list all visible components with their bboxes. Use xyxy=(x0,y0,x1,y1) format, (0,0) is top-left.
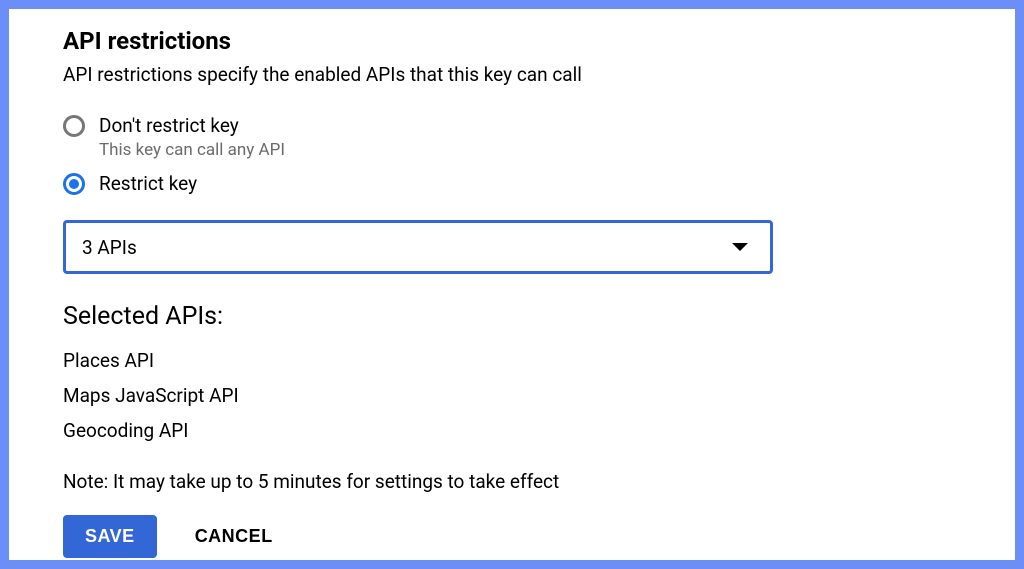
api-count-dropdown[interactable]: 3 APIs xyxy=(63,220,773,274)
radio-label: Restrict key xyxy=(99,172,197,196)
button-row: SAVE CANCEL xyxy=(63,515,1015,558)
settings-delay-note: Note: It may take up to 5 minutes for se… xyxy=(63,470,1015,493)
section-title: API restrictions xyxy=(63,27,1015,55)
list-item: Geocoding API xyxy=(63,419,1015,442)
radio-circle-icon xyxy=(63,115,85,137)
list-item: Maps JavaScript API xyxy=(63,384,1015,407)
radio-label: Don't restrict key xyxy=(99,114,285,138)
save-button[interactable]: SAVE xyxy=(63,515,157,558)
radio-dont-restrict-key[interactable]: Don't restrict key This key can call any… xyxy=(63,114,1015,160)
list-item: Places API xyxy=(63,349,1015,372)
selected-apis-list: Places API Maps JavaScript API Geocoding… xyxy=(63,349,1015,442)
chevron-down-icon xyxy=(732,243,748,251)
cancel-button[interactable]: CANCEL xyxy=(195,526,273,547)
dropdown-selected-text: 3 APIs xyxy=(82,236,137,259)
radio-circle-selected-icon xyxy=(63,173,85,195)
selected-apis-title: Selected APIs: xyxy=(63,302,1015,331)
radio-restrict-key[interactable]: Restrict key xyxy=(63,172,1015,196)
section-description: API restrictions specify the enabled API… xyxy=(63,63,1015,86)
api-restrictions-panel: API restrictions API restrictions specif… xyxy=(0,0,1024,569)
radio-sublabel: This key can call any API xyxy=(99,140,285,160)
